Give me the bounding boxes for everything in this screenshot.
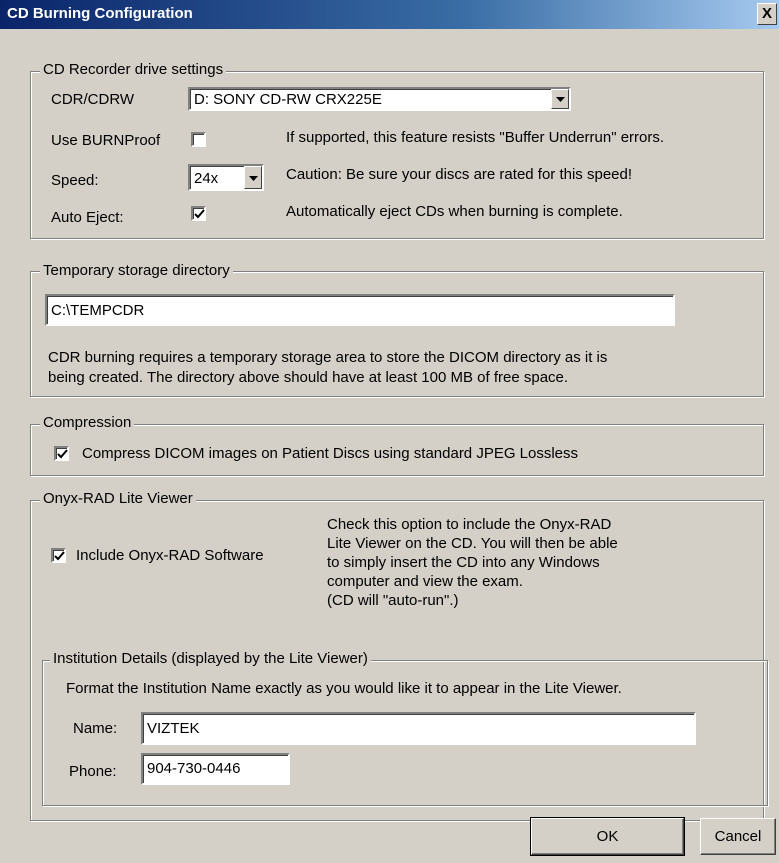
burnproof-note: If supported, this feature resists "Buff… xyxy=(286,129,665,146)
viewer-info-line: to simply insert the CD into any Windows xyxy=(327,554,600,571)
viewer-info-line: computer and view the exam. xyxy=(327,573,523,590)
compression-label[interactable]: Compress DICOM images on Patient Discs u… xyxy=(82,445,578,462)
recorder-legend: CD Recorder drive settings xyxy=(40,61,227,78)
checkmark-icon xyxy=(194,209,205,219)
auto-eject-checkbox[interactable] xyxy=(191,206,206,221)
checkmark-icon xyxy=(57,449,68,459)
burnproof-label: Use BURNProof xyxy=(51,132,161,149)
viewer-legend: Onyx-RAD Lite Viewer xyxy=(40,490,196,507)
chevron-down-icon xyxy=(556,97,565,102)
institution-legend: Institution Details (displayed by the Li… xyxy=(50,650,371,667)
include-viewer-checkbox[interactable] xyxy=(51,548,66,563)
chevron-down-icon xyxy=(249,176,258,181)
phone-input[interactable]: 904-730-0446 xyxy=(141,753,290,785)
close-button[interactable]: X xyxy=(757,3,777,25)
drive-dropdown-button[interactable] xyxy=(551,89,569,109)
temp-note-line2: being created. The directory above shoul… xyxy=(48,369,569,386)
cancel-button-label: Cancel xyxy=(714,828,762,845)
drive-select-value: D: SONY CD-RW CRX225E xyxy=(194,91,382,108)
viewer-info-line: Lite Viewer on the CD. You will then be … xyxy=(327,535,618,552)
temp-note-line1: CDR burning requires a temporary storage… xyxy=(48,349,608,366)
speed-select-value: 24x xyxy=(194,170,219,187)
phone-label: Phone: xyxy=(69,763,117,780)
compression-legend: Compression xyxy=(40,414,135,431)
speed-note: Caution: Be sure your discs are rated fo… xyxy=(286,166,633,183)
phone-value: 904-730-0446 xyxy=(147,760,241,777)
burnproof-checkbox[interactable] xyxy=(191,132,206,147)
window-title: CD Burning Configuration xyxy=(7,5,193,22)
name-value: VIZTEK xyxy=(147,720,200,737)
compression-checkbox[interactable] xyxy=(54,446,69,461)
speed-dropdown-button[interactable] xyxy=(244,166,262,189)
temp-path-value: C:\TEMPCDR xyxy=(51,302,145,319)
cancel-button[interactable]: Cancel xyxy=(700,818,776,855)
drive-select[interactable]: D: SONY CD-RW CRX225E xyxy=(188,87,571,111)
auto-eject-label: Auto Eject: xyxy=(51,209,124,226)
speed-select[interactable]: 24x xyxy=(188,164,264,191)
auto-eject-note: Automatically eject CDs when burning is … xyxy=(286,203,623,220)
speed-label: Speed: xyxy=(51,172,99,189)
temp-path-input[interactable]: C:\TEMPCDR xyxy=(45,294,675,326)
include-viewer-label[interactable]: Include Onyx-RAD Software xyxy=(76,547,264,564)
ok-button[interactable]: OK xyxy=(530,817,685,856)
viewer-info: Check this option to include the Onyx-RA… xyxy=(327,515,618,610)
checkmark-icon xyxy=(54,551,65,561)
title-bar: CD Burning Configuration X xyxy=(0,0,779,29)
ok-button-label: OK xyxy=(596,828,619,845)
drive-label: CDR/CDRW xyxy=(51,91,135,108)
name-label: Name: xyxy=(73,720,118,737)
viewer-info-line: (CD will "auto-run".) xyxy=(327,592,459,609)
name-input[interactable]: VIZTEK xyxy=(141,712,696,745)
temp-legend: Temporary storage directory xyxy=(40,262,233,279)
institution-instructions: Format the Institution Name exactly as y… xyxy=(66,680,622,697)
viewer-info-line: Check this option to include the Onyx-RA… xyxy=(327,516,612,533)
